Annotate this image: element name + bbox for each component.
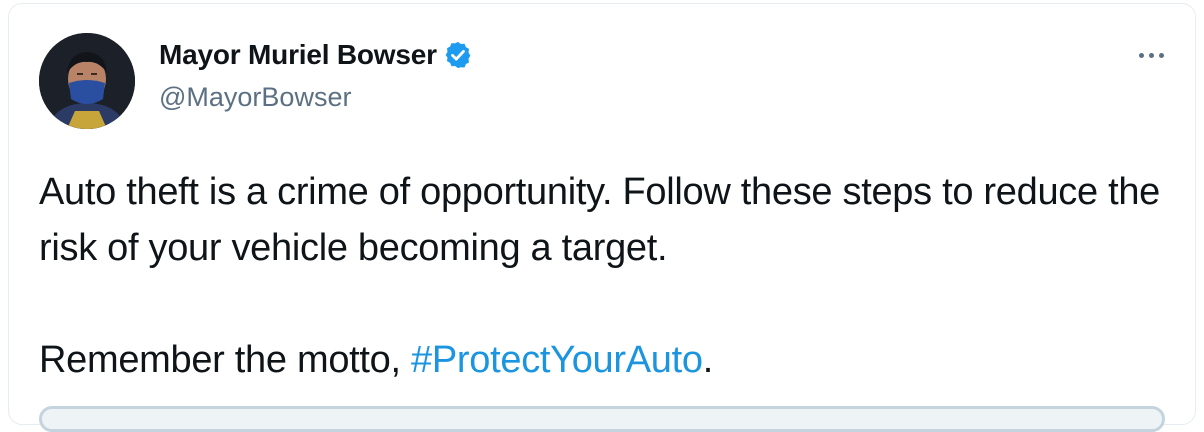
hashtag-link[interactable]: #ProtectYourAuto (411, 339, 703, 381)
tweet-paragraph-motto: Remember the motto, #ProtectYourAuto. (39, 332, 1189, 388)
author-handle[interactable]: @MayorBowser (159, 82, 351, 113)
motto-text: Remember the motto, (39, 339, 412, 381)
tweet-text: Auto theft is a crime of opportunity. Fo… (39, 164, 1189, 388)
avatar[interactable] (39, 33, 135, 129)
tweet-paragraph: Auto theft is a crime of opportunity. Fo… (39, 171, 1161, 269)
dot-icon (1158, 52, 1164, 58)
dot-icon (1138, 52, 1144, 58)
dot-icon (1148, 52, 1154, 58)
motto-period: . (702, 339, 714, 381)
tweet-card[interactable]: Mayor Muriel Bowser @MayorBowser Auto th… (8, 3, 1196, 432)
author-name[interactable]: Mayor Muriel Bowser (159, 39, 437, 71)
author-row: Mayor Muriel Bowser (159, 39, 473, 71)
more-options-button[interactable] (1131, 40, 1171, 70)
verified-badge-icon (443, 40, 473, 70)
media-preview[interactable] (39, 406, 1165, 432)
avatar-photo (39, 33, 135, 129)
